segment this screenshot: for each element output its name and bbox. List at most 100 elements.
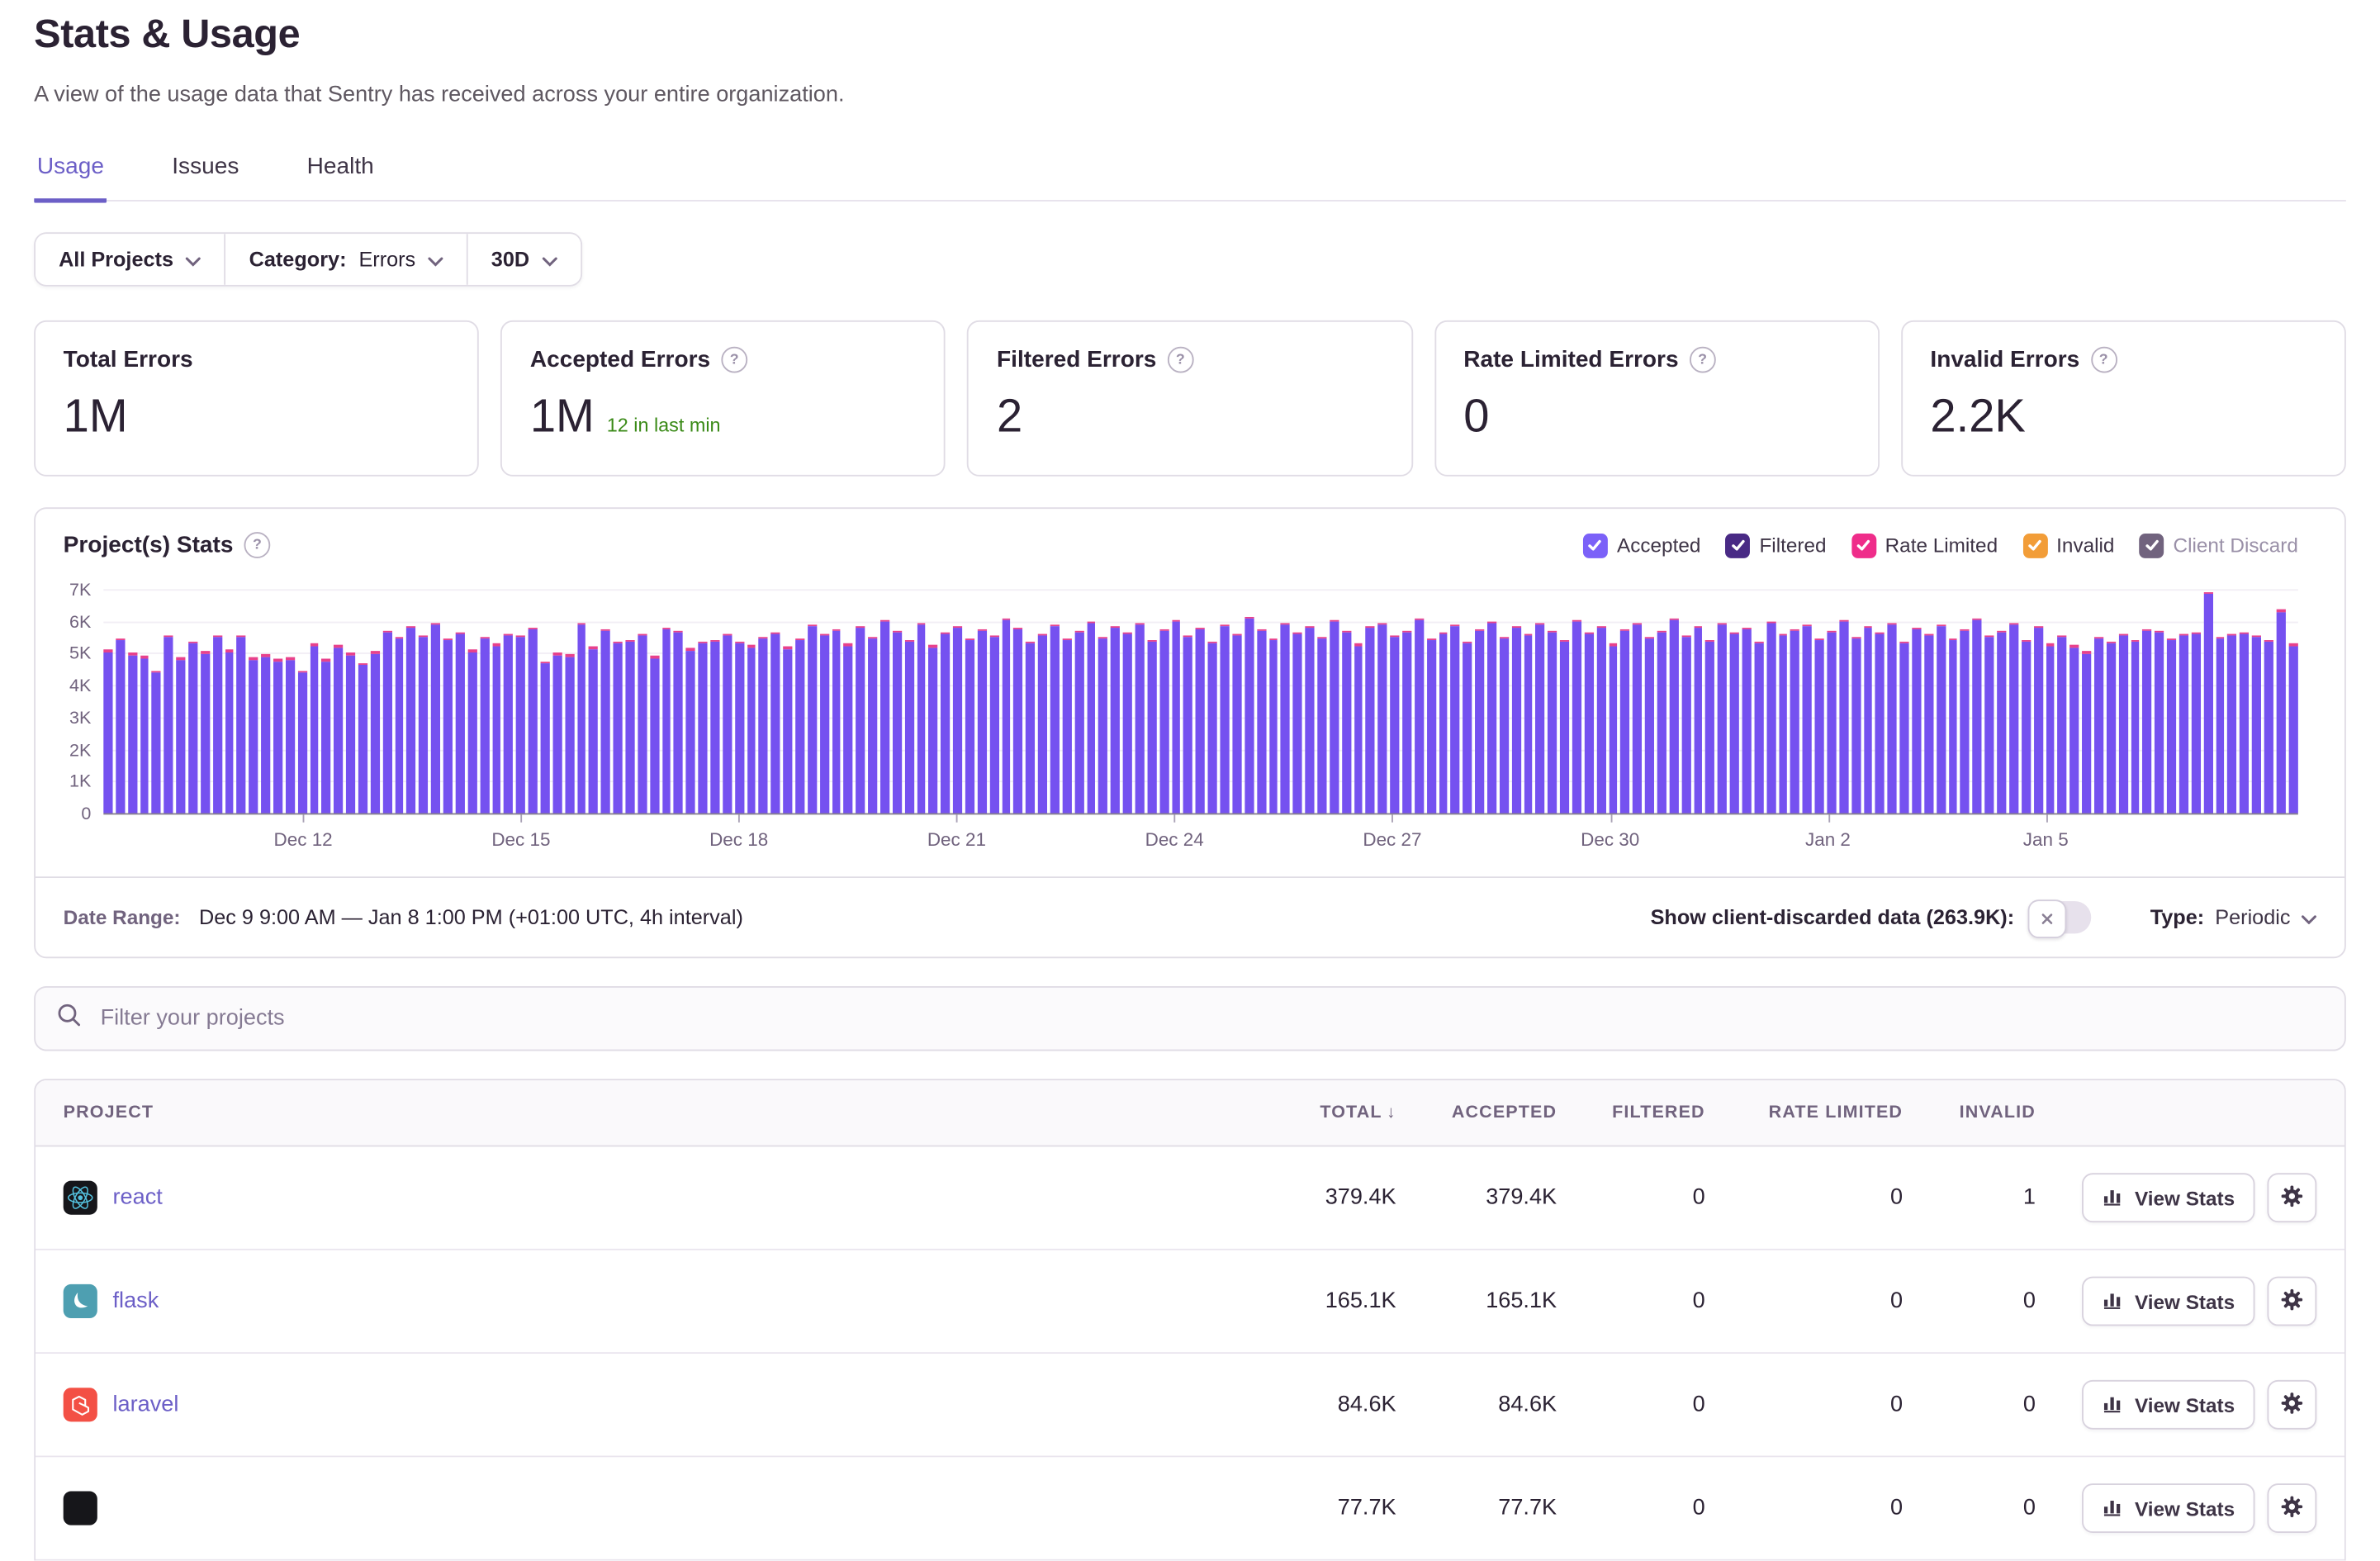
stacked-bar [2276, 610, 2285, 813]
stacked-bar [1681, 635, 1690, 813]
help-icon[interactable]: ? [244, 532, 271, 558]
stacked-bar [128, 653, 137, 814]
legend-item-accepted[interactable]: Accepted [1583, 533, 1701, 558]
stacked-bar [1960, 629, 1970, 813]
stacked-bar [1572, 619, 1581, 814]
view-stats-button[interactable]: View Stats [2082, 1483, 2254, 1533]
stacked-bar [1900, 642, 1909, 814]
help-icon[interactable]: ? [721, 347, 747, 373]
score-cards: Total Errors1MAccepted Errors?1M12 in la… [34, 320, 2346, 477]
project-link[interactable]: react [113, 1185, 163, 1210]
project-link[interactable]: flask [113, 1289, 159, 1314]
project-settings-button[interactable] [2267, 1277, 2316, 1326]
stat-card: Invalid Errors?2.2K [1901, 320, 2346, 477]
stacked-bar [1099, 637, 1108, 813]
category-filter-dropdown[interactable]: Category: Errors [225, 234, 467, 285]
tab-usage[interactable]: Usage [34, 145, 107, 203]
help-icon[interactable]: ? [1167, 347, 1193, 373]
filtered-cell: 0 [1557, 1393, 1705, 1417]
legend-item-invalid[interactable]: Invalid [2022, 533, 2114, 558]
x-tick [1610, 814, 1612, 822]
sort-descending-icon: ↓ [1387, 1103, 1396, 1122]
stacked-bar [795, 638, 804, 813]
chevron-down-icon [186, 248, 201, 271]
help-icon[interactable]: ? [2090, 347, 2117, 373]
stacked-bar [1330, 619, 1339, 814]
filtered-cell: 0 [1557, 1496, 1705, 1521]
y-tick-label: 1K [69, 773, 91, 791]
column-accepted[interactable]: ACCEPTED [1396, 1103, 1557, 1122]
stacked-bar [1596, 626, 1605, 814]
stacked-bar [638, 633, 647, 813]
y-tick-label: 2K [69, 742, 91, 760]
category-filter-value: Errors [358, 248, 415, 271]
stacked-bar [1475, 629, 1484, 813]
x-axis-baseline [103, 814, 2298, 815]
stacked-bar [1087, 621, 1096, 814]
checkbox-checked-icon[interactable] [1583, 533, 1608, 558]
column-total[interactable]: TOTAL↓ [1248, 1103, 1396, 1122]
stacked-bar [504, 633, 513, 813]
stacked-bar [2069, 645, 2079, 814]
accepted-cell: 77.7K [1396, 1496, 1557, 1521]
view-stats-button[interactable]: View Stats [2082, 1380, 2254, 1430]
stacked-bar [2022, 640, 2031, 813]
stacked-bar [1924, 633, 1933, 813]
search-input[interactable] [97, 1004, 2325, 1032]
x-tick [739, 814, 741, 822]
chart-title: Project(s) Stats [64, 532, 234, 558]
column-rate-limited[interactable]: RATE LIMITED [1705, 1103, 1903, 1122]
stacked-bar [164, 635, 173, 813]
checkbox-checked-icon[interactable] [1851, 533, 1875, 558]
view-stats-button[interactable]: View Stats [2082, 1173, 2254, 1222]
stacked-bar [953, 626, 962, 814]
stacked-bar [978, 629, 987, 813]
stacked-bar [735, 642, 744, 814]
stacked-bar [1790, 629, 1799, 813]
stat-card: Total Errors1M [34, 320, 479, 477]
x-tick-label: Jan 2 [1805, 828, 1851, 850]
stacked-bar [1633, 623, 1642, 814]
y-tick-label: 7K [69, 581, 91, 600]
tab-health[interactable]: Health [304, 145, 377, 200]
legend-item-client-discard[interactable]: Client Discard [2139, 533, 2297, 558]
column-invalid[interactable]: INVALID [1903, 1103, 2036, 1122]
period-filter-dropdown[interactable]: 30D [467, 234, 581, 285]
x-tick [956, 814, 958, 822]
column-filtered[interactable]: FILTERED [1557, 1103, 1705, 1122]
stacked-bar [2264, 640, 2273, 813]
stacked-bar [467, 650, 476, 814]
tab-issues[interactable]: Issues [169, 145, 243, 200]
checkbox-checked-icon[interactable] [1725, 533, 1750, 558]
legend-item-filtered[interactable]: Filtered [1725, 533, 1826, 558]
stacked-bar [2107, 642, 2116, 814]
stacked-bar [1390, 635, 1399, 813]
stacked-bar [1147, 640, 1156, 813]
help-icon[interactable]: ? [1690, 347, 1716, 373]
checkbox-checked-icon[interactable] [2139, 533, 2164, 558]
stacked-bar [1123, 632, 1132, 813]
bar-chart-icon [2103, 1495, 2124, 1521]
stacked-bar [1645, 637, 1654, 813]
stacked-bar [1439, 632, 1448, 813]
stacked-bar [2167, 638, 2176, 813]
project-settings-button[interactable] [2267, 1483, 2316, 1533]
invalid-cell: 0 [1903, 1289, 2036, 1314]
project-filter-dropdown[interactable]: All Projects [36, 234, 225, 285]
checkbox-checked-icon[interactable] [2022, 533, 2047, 558]
x-tick [521, 814, 523, 822]
column-project[interactable]: PROJECT [64, 1103, 1248, 1122]
client-discard-toggle[interactable] [2030, 901, 2092, 933]
stacked-bar [2058, 635, 2067, 813]
project-settings-button[interactable] [2267, 1173, 2316, 1222]
y-tick-label: 3K [69, 709, 91, 728]
project-settings-button[interactable] [2267, 1380, 2316, 1430]
project-search [34, 986, 2346, 1051]
chart-plot[interactable] [103, 580, 2298, 814]
project-link[interactable]: laravel [113, 1393, 179, 1417]
legend-item-rate-limited[interactable]: Rate Limited [1851, 533, 1998, 558]
type-dropdown[interactable]: Type: Periodic [2150, 904, 2317, 932]
stacked-bar [1766, 621, 1776, 814]
date-range-value: Dec 9 9:00 AM — Jan 8 1:00 PM (+01:00 UT… [199, 906, 743, 929]
view-stats-button[interactable]: View Stats [2082, 1277, 2254, 1326]
